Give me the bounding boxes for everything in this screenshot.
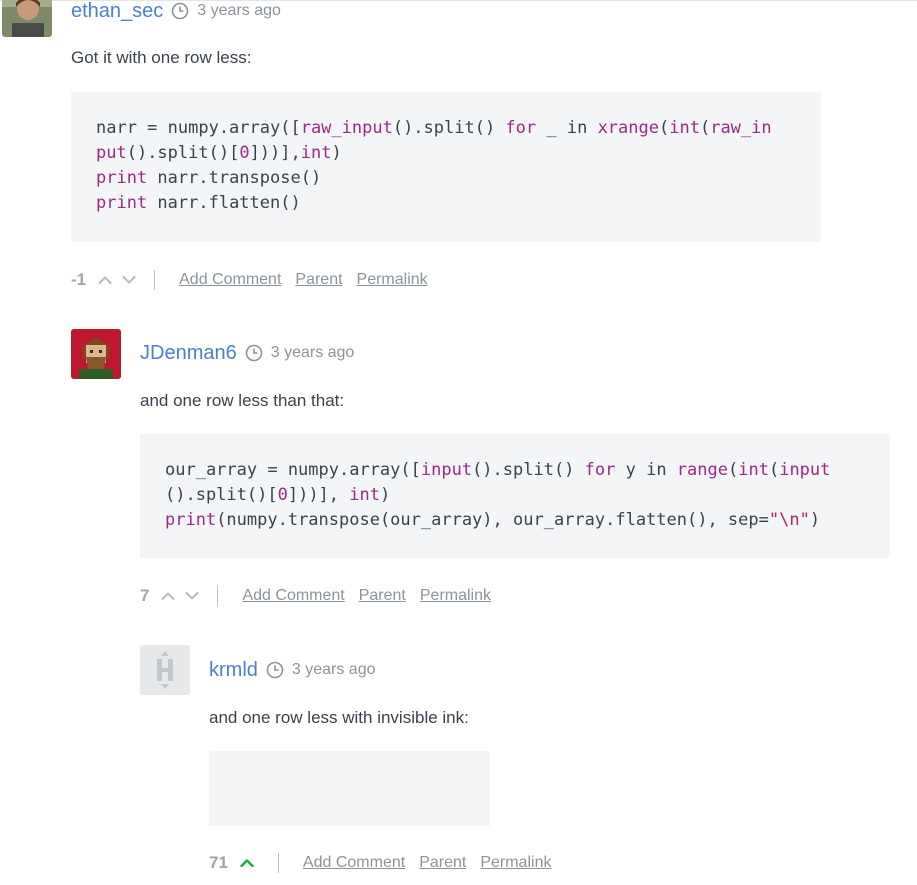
clock-icon [245,344,263,362]
avatar[interactable] [140,645,190,695]
code-token: 0 [239,143,250,163]
clock-icon [171,2,189,20]
permalink-link[interactable]: Permalink [357,271,428,289]
separator [217,586,219,606]
code-token: our_array = numpy.array([ [165,460,421,480]
comment-text: and one row less with invisible ink: [209,708,469,727]
comment-text: Got it with one row less: [71,48,252,67]
avatar[interactable] [71,329,121,379]
upvote-icon[interactable] [96,271,114,289]
code-token: "\n" [768,510,810,530]
comment-header: ethan_sec 3 years ago [71,0,281,23]
code-token: print [96,168,148,188]
code-token: int [349,485,380,505]
code-line: our_array = numpy.array([input().split()… [165,458,890,483]
code-token: ().split() [392,118,506,138]
code-block: narr = numpy.array([raw_input().split() … [71,92,821,242]
code-line: ().split()[0]))], int) [165,483,890,508]
code-token: int [300,143,332,163]
code-token: ().split()[ [126,143,240,163]
code-token: ( [658,118,670,138]
code-token: (numpy.transpose(our_array), our_array.f… [216,510,769,530]
code-token: ]))], [287,485,350,505]
permalink-link[interactable]: Permalink [480,854,551,872]
separator [277,853,279,873]
separator [154,270,156,290]
username[interactable]: ethan_sec [71,0,163,23]
permalink-link[interactable]: Permalink [420,587,491,605]
code-token: xrange [597,118,659,138]
code-token: ( [699,118,711,138]
vote-score: 71 [209,853,228,872]
upvote-icon[interactable] [159,587,177,605]
code-token: print [96,193,148,213]
downvote-icon[interactable] [120,271,138,289]
timestamp: 3 years ago [197,2,281,19]
code-token: ().split() [472,460,585,480]
vote-score: -1 [71,270,87,289]
code-token: ().split()[ [165,485,278,505]
code-token: input [420,460,473,480]
code-token: int [738,460,769,480]
code-token: print [165,510,217,530]
downvote-icon[interactable] [183,587,201,605]
code-line: narr = numpy.array([raw_input().split() … [96,116,821,141]
username[interactable]: krmld [209,659,258,682]
code-token: 0 [277,485,288,505]
code-token: narr.flatten() [147,193,301,213]
code-token: ( [768,460,780,480]
code-token: ]))], [249,143,301,163]
comment-actions: 71 Add Comment Parent Permalink [209,851,565,875]
code-token: int [669,118,700,138]
parent-link[interactable]: Parent [359,587,406,605]
code-token: for [584,460,616,480]
code-line: print(numpy.transpose(our_array), our_ar… [165,508,890,533]
code-line: print narr.flatten() [96,191,821,216]
code-token: y in [615,460,677,480]
code-token: input [779,460,831,480]
add-comment-link[interactable]: Add Comment [303,854,405,872]
code-token: _ in [536,118,598,138]
code-token: ( [727,460,739,480]
code-token: narr.transpose() [147,168,322,188]
code-token: range [676,460,728,480]
comment-actions: -1 Add Comment Parent Permalink [71,268,442,292]
code-token: for [505,118,537,138]
code-token: put [96,143,127,163]
code-token: narr = numpy.array([ [96,118,301,138]
code-token: ) [331,143,342,163]
add-comment-link[interactable]: Add Comment [242,587,344,605]
comment-header: JDenman6 3 years ago [140,341,354,365]
comment-actions: 7 Add Comment Parent Permalink [140,584,505,608]
avatar[interactable] [2,0,52,37]
code-token: raw_in [710,118,772,138]
code-token: raw_input [300,118,393,138]
parent-link[interactable]: Parent [295,271,342,289]
add-comment-link[interactable]: Add Comment [179,271,281,289]
code-token: ) [809,510,821,530]
timestamp: 3 years ago [291,661,376,678]
code-token: ) [379,485,391,505]
upvote-icon[interactable] [238,854,256,872]
username[interactable]: JDenman6 [140,342,237,365]
vote-score: 7 [140,586,150,605]
code-line: put().split()[0]))],int) [96,141,821,166]
comment-text: and one row less than that: [140,391,345,410]
code-block: our_array = numpy.array([input().split()… [140,434,890,558]
code-block [209,751,490,826]
code-line: print narr.transpose() [96,166,821,191]
parent-link[interactable]: Parent [419,854,466,872]
clock-icon [266,661,284,679]
comment-header: krmld 3 years ago [209,658,376,682]
timestamp: 3 years ago [270,344,355,361]
